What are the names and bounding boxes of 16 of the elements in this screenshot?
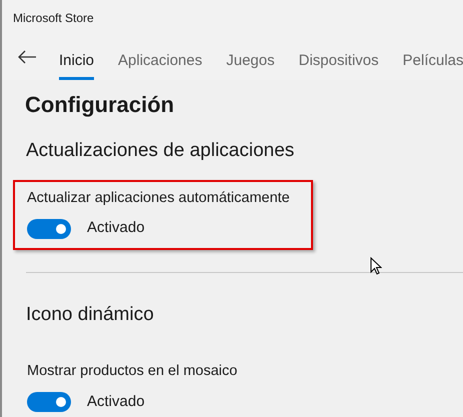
nav-tab[interactable]: Dispositivos bbox=[298, 40, 379, 80]
toggle-state: Activado bbox=[87, 218, 145, 238]
nav-tab[interactable]: Aplicaciones bbox=[118, 40, 202, 80]
mouse-cursor-icon bbox=[370, 257, 382, 275]
section-title: Actualizaciones de aplicaciones bbox=[26, 139, 296, 163]
back-button[interactable] bbox=[17, 49, 37, 65]
setting-label: Mostrar productos en el mosaico bbox=[27, 362, 238, 382]
toggle-state: Activado bbox=[87, 392, 145, 412]
toggle-switch[interactable] bbox=[27, 392, 71, 412]
section-title: Icono dinámico bbox=[26, 302, 155, 327]
toggle-switch[interactable] bbox=[27, 218, 71, 238]
nav-tab[interactable]: Inicio bbox=[59, 40, 94, 80]
page-title: Configuración bbox=[25, 91, 176, 119]
setting-label: Actualizar aplicaciones automáticamente bbox=[27, 188, 291, 208]
nav-tab[interactable]: Películas bbox=[402, 40, 463, 80]
nav-tab[interactable]: Juegos bbox=[226, 40, 275, 80]
